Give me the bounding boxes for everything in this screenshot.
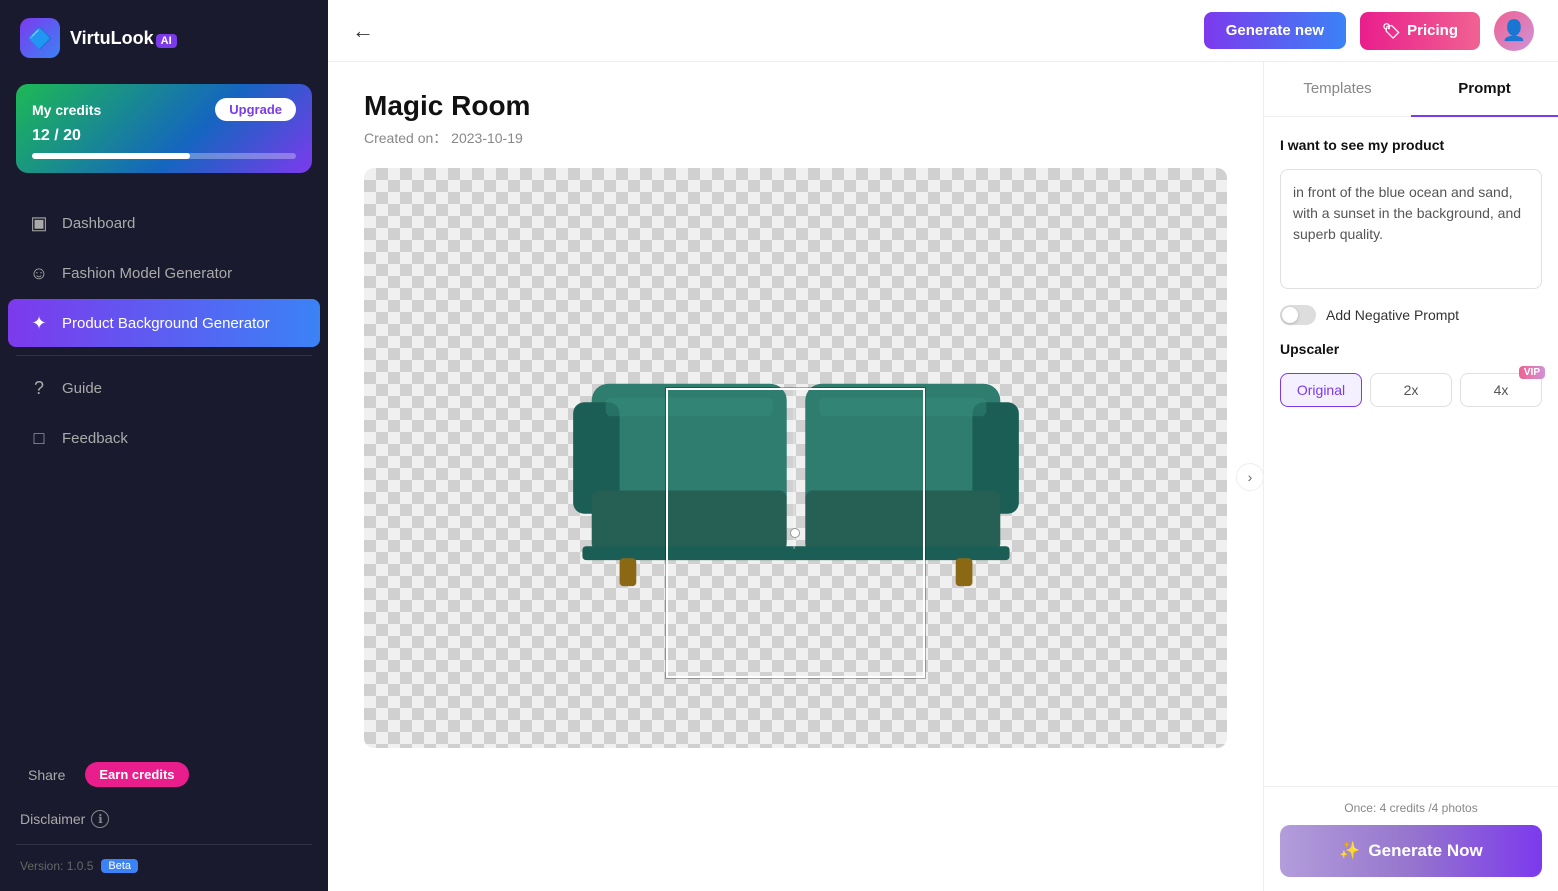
pricing-label: Pricing <box>1407 22 1458 39</box>
pricing-icon: 🏷 <box>1382 22 1401 40</box>
product-bg-icon: ✦ <box>28 312 50 334</box>
topbar: ← Generate new 🏷 Pricing 👤 <box>328 0 1558 62</box>
image-canvas[interactable] <box>364 168 1227 748</box>
panel-tabs: Templates Prompt <box>1264 62 1558 117</box>
generate-now-button[interactable]: ✨ Generate Now <box>1280 825 1542 877</box>
sidebar-item-dashboard[interactable]: ▣ Dashboard <box>8 199 320 247</box>
credits-card: My credits Upgrade 12 / 20 <box>16 84 312 173</box>
tab-templates[interactable]: Templates <box>1264 62 1411 117</box>
page-title: Magic Room <box>364 90 1227 122</box>
negative-prompt-row: Add Negative Prompt <box>1280 305 1542 325</box>
upscaler-4x-button[interactable]: 4x VIP <box>1460 373 1542 407</box>
sidebar-item-label: Guide <box>62 380 102 397</box>
page-meta: Created on： 2023-10-19 <box>364 128 1227 148</box>
sidebar-item-label: Feedback <box>62 430 128 447</box>
credit-note: Once: 4 credits /4 photos <box>1280 801 1542 815</box>
tab-prompt[interactable]: Prompt <box>1411 62 1558 117</box>
generate-new-button[interactable]: Generate new <box>1204 12 1346 49</box>
logo-area: 🔷 VirtuLookAI <box>0 0 328 76</box>
credits-bar-fill <box>32 153 190 159</box>
right-panel: Templates Prompt I want to see my produc… <box>1263 62 1558 891</box>
credits-label: My credits <box>32 102 101 118</box>
credits-amount: 12 / 20 <box>32 127 296 145</box>
negative-prompt-label: Add Negative Prompt <box>1326 307 1459 323</box>
upscaler-original-button[interactable]: Original <box>1280 373 1362 407</box>
avatar[interactable]: 👤 <box>1494 11 1534 51</box>
earn-credits-prefix: Share <box>28 767 65 783</box>
back-button[interactable]: ← <box>352 18 374 44</box>
bottom-divider <box>16 844 312 845</box>
sidebar-item-disclaimer[interactable]: Disclaimer ℹ <box>0 802 328 836</box>
page-meta-date: 2023-10-19 <box>451 130 523 146</box>
feedback-icon: □ <box>28 427 50 449</box>
content-area: Magic Room Created on： 2023-10-19 <box>328 62 1558 891</box>
logo-icon: 🔷 <box>20 18 60 58</box>
version-label: Version: 1.0.5 <box>20 859 93 873</box>
main-content: ← Generate new 🏷 Pricing 👤 Magic Room Cr… <box>328 0 1558 891</box>
sofa-illustration <box>536 318 1056 598</box>
negative-prompt-toggle[interactable] <box>1280 305 1316 325</box>
nav-divider <box>16 355 312 356</box>
sidebar-bottom: Share Earn credits Disclaimer ℹ Version:… <box>0 739 328 891</box>
logo-name: VirtuLook <box>70 28 154 48</box>
sidebar-item-guide[interactable]: ? Guide <box>8 364 320 412</box>
sidebar-item-fashion-model[interactable]: ☺ Fashion Model Generator <box>8 249 320 297</box>
earn-credits-button[interactable]: Earn credits <box>85 762 188 787</box>
generate-now-label: Generate Now <box>1368 841 1482 861</box>
panel-footer: Once: 4 credits /4 photos ✨ Generate Now <box>1264 786 1558 891</box>
sidebar-item-label: Dashboard <box>62 215 135 232</box>
sidebar-item-feedback[interactable]: □ Feedback <box>8 414 320 462</box>
pricing-button[interactable]: 🏷 Pricing <box>1360 12 1480 50</box>
disclaimer-icon: ℹ <box>91 810 109 828</box>
topbar-left: ← <box>352 18 374 44</box>
logo-ai-badge: AI <box>156 34 177 48</box>
beta-badge: Beta <box>101 859 138 873</box>
dashboard-icon: ▣ <box>28 212 50 234</box>
upgrade-button[interactable]: Upgrade <box>215 98 296 121</box>
upscaler-buttons: Original 2x 4x VIP <box>1280 373 1542 407</box>
prompt-heading: I want to see my product <box>1280 137 1542 153</box>
version-row: Version: 1.0.5 Beta <box>0 853 328 879</box>
prompt-textarea[interactable]: in front of the blue ocean and sand, wit… <box>1280 169 1542 289</box>
page-meta-prefix: Created on： <box>364 130 447 146</box>
sidebar-item-earn-credits[interactable]: Share Earn credits <box>8 749 320 800</box>
sidebar-item-label: Fashion Model Generator <box>62 265 232 282</box>
disclaimer-label: Disclaimer <box>20 811 85 827</box>
generate-now-icon: ✨ <box>1339 841 1360 861</box>
upscaler-label: Upscaler <box>1280 341 1542 357</box>
topbar-right: Generate new 🏷 Pricing 👤 <box>1204 11 1534 51</box>
panel-body: I want to see my product in front of the… <box>1264 117 1558 786</box>
fashion-model-icon: ☺ <box>28 262 50 284</box>
sidebar-item-label: Product Background Generator <box>62 315 270 332</box>
logo-text: VirtuLookAI <box>70 28 177 49</box>
sidebar: 🔷 VirtuLookAI My credits Upgrade 12 / 20… <box>0 0 328 891</box>
image-panel: Magic Room Created on： 2023-10-19 <box>328 62 1263 891</box>
sidebar-item-product-bg[interactable]: ✦ Product Background Generator <box>8 299 320 347</box>
nav-section: ▣ Dashboard ☺ Fashion Model Generator ✦ … <box>0 189 328 739</box>
vip-badge: VIP <box>1519 366 1545 379</box>
upscaler-2x-button[interactable]: 2x <box>1370 373 1452 407</box>
toggle-knob <box>1282 307 1298 323</box>
collapse-button[interactable]: › <box>1236 463 1264 491</box>
guide-icon: ? <box>28 377 50 399</box>
credits-bar-background <box>32 153 296 159</box>
